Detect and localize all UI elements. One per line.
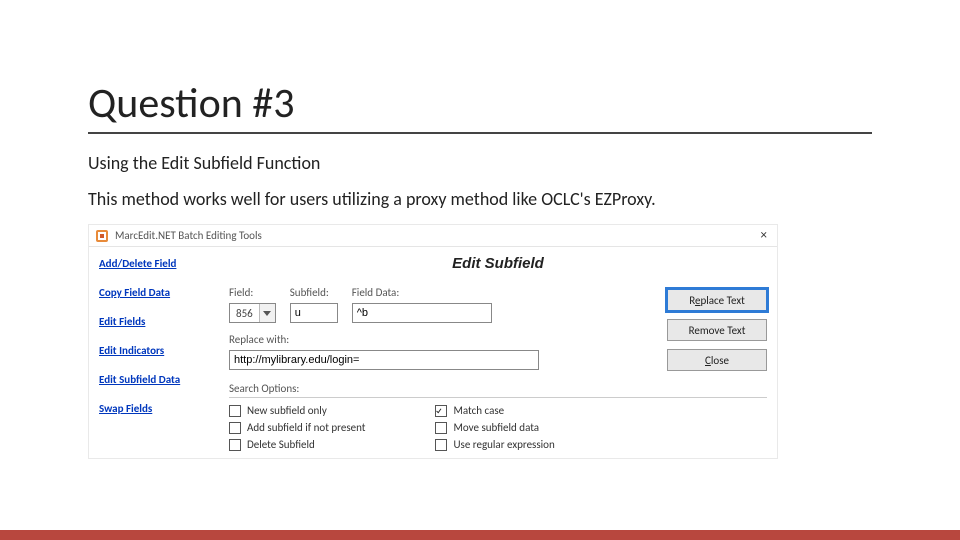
heading-rule [88, 132, 872, 134]
checkbox-icon [229, 405, 241, 417]
fielddata-label: Field Data: [352, 286, 492, 299]
panel-title: Edit Subfield [229, 255, 767, 272]
checkbox-icon [435, 405, 447, 417]
sidebar-item-edit-subfield-data[interactable]: Edit Subfield Data [99, 373, 209, 386]
options-divider [229, 397, 767, 398]
opt-label: Move subfield data [453, 421, 539, 434]
opt-label: Add subfield if not present [247, 421, 365, 434]
sidebar-item-copy-field-data[interactable]: Copy Field Data [99, 286, 209, 299]
fielddata-input[interactable] [352, 303, 492, 323]
opt-label: Match case [453, 404, 504, 417]
opt-new-subfield-only[interactable]: New subfield only [229, 404, 365, 417]
replace-text-button[interactable]: Replace Text [667, 289, 767, 311]
replace-with-input[interactable] [229, 350, 539, 370]
app-icon [95, 229, 109, 243]
field-label: Field: [229, 286, 276, 299]
sidebar-item-add-delete-field[interactable]: Add/Delete Field [99, 257, 209, 270]
field-select[interactable]: 856 [229, 303, 276, 323]
main-panel: Edit Subfield Field: 856 Subfield: [219, 247, 777, 458]
checkbox-icon [435, 439, 447, 451]
subfield-input[interactable] [290, 303, 338, 323]
subfield-label: Subfield: [290, 286, 338, 299]
close-icon[interactable]: × [757, 229, 771, 242]
slide-subtitle-1: Using the Edit Subfield Function [88, 152, 320, 174]
opt-label: Use regular expression [453, 438, 554, 451]
sidebar-item-edit-indicators[interactable]: Edit Indicators [99, 344, 209, 357]
sidebar-item-edit-fields[interactable]: Edit Fields [99, 315, 209, 328]
slide-subtitle-2: This method works well for users utilizi… [88, 188, 656, 210]
slide-accent-bar [0, 530, 960, 540]
sidebar-item-swap-fields[interactable]: Swap Fields [99, 402, 209, 415]
checkbox-icon [229, 422, 241, 434]
window-titlebar: MarcEdit.NET Batch Editing Tools × [89, 225, 777, 247]
slide-heading: Question #3 [88, 78, 295, 129]
opt-move-subfield-data[interactable]: Move subfield data [435, 421, 554, 434]
close-button[interactable]: Close [667, 349, 767, 371]
opt-match-case[interactable]: Match case [435, 404, 554, 417]
opt-label: New subfield only [247, 404, 327, 417]
opt-label: Delete Subfield [247, 438, 315, 451]
sidebar: Add/Delete Field Copy Field Data Edit Fi… [89, 247, 219, 458]
remove-text-button[interactable]: Remove Text [667, 319, 767, 341]
app-window: MarcEdit.NET Batch Editing Tools × Add/D… [88, 224, 778, 459]
opt-delete-subfield[interactable]: Delete Subfield [229, 438, 365, 451]
checkbox-icon [435, 422, 447, 434]
checkbox-icon [229, 439, 241, 451]
opt-use-regular-expression[interactable]: Use regular expression [435, 438, 554, 451]
window-title: MarcEdit.NET Batch Editing Tools [115, 229, 757, 242]
chevron-down-icon [259, 304, 275, 322]
opt-add-subfield-if-not-present[interactable]: Add subfield if not present [229, 421, 365, 434]
field-select-value: 856 [230, 307, 259, 320]
search-options-label: Search Options: [229, 382, 767, 395]
